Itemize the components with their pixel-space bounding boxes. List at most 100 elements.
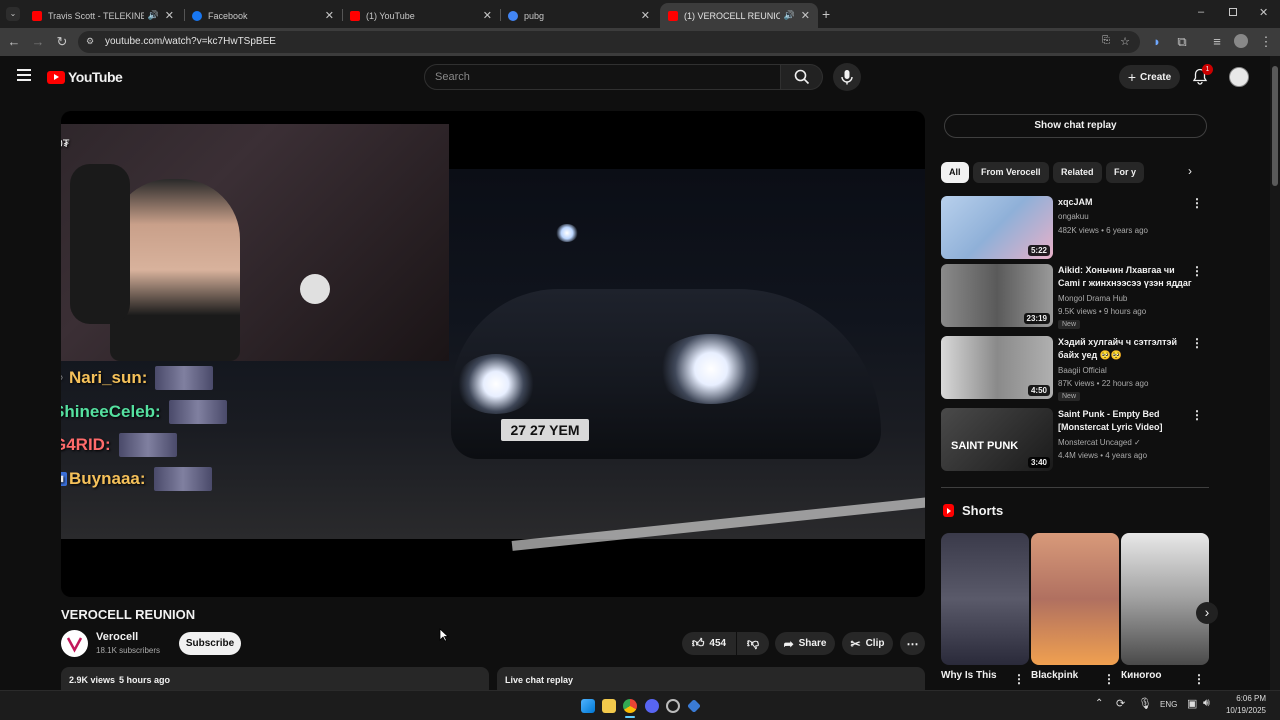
video-thumbnail[interactable]: SAINT PUNK 3:40 — [941, 408, 1053, 471]
profile-avatar-icon[interactable] — [1234, 34, 1248, 48]
short-thumbnail[interactable] — [941, 533, 1029, 665]
more-options-icon[interactable]: ⋮ — [1191, 408, 1203, 422]
short-thumbnail[interactable] — [1031, 533, 1119, 665]
browser-tab-3[interactable]: (1) YouTube ✕ — [342, 3, 500, 28]
facebook-favicon-icon — [192, 10, 202, 21]
close-window-icon[interactable]: ✕ — [1259, 6, 1268, 19]
video-thumbnail[interactable]: 5:22 — [941, 196, 1053, 259]
scrollbar-thumb[interactable] — [1272, 66, 1278, 186]
dislike-button[interactable]: 👎︎ — [737, 632, 769, 655]
channel-name[interactable]: Verocell — [96, 631, 138, 643]
discord-icon[interactable] — [645, 699, 659, 713]
chip-all[interactable]: All — [941, 162, 969, 183]
short-more-icon[interactable]: ⋮ — [1013, 672, 1025, 686]
tray-microphone-icon[interactable]: 🎙︎ — [1138, 697, 1152, 710]
notifications-button[interactable]: 1 — [1192, 64, 1213, 86]
more-options-icon[interactable]: ⋮ — [1191, 264, 1203, 278]
chrome-icon[interactable] — [623, 699, 637, 713]
youtube-logo[interactable]: YouTube — [47, 69, 123, 85]
short-title[interactable]: Why Is This — [941, 670, 997, 681]
create-button[interactable]: + Create — [1119, 65, 1180, 89]
chip-for-you[interactable]: For y — [1106, 162, 1145, 183]
recommended-title[interactable]: Хэдий хулгайч ч сэтгэлтэй байх уед 🥺🥺 — [1058, 336, 1196, 362]
voice-search-button[interactable] — [833, 63, 861, 91]
install-app-icon[interactable]: ⎘ — [1102, 35, 1110, 46]
close-tab-icon[interactable]: ✕ — [325, 9, 334, 22]
short-thumbnail[interactable] — [1121, 533, 1209, 665]
close-tab-icon[interactable]: ✕ — [801, 9, 810, 22]
settings-gear-icon[interactable] — [666, 699, 680, 713]
minimize-window-icon[interactable]: – — [1198, 6, 1204, 18]
more-options-icon[interactable]: ⋮ — [1191, 336, 1203, 350]
account-avatar[interactable] — [1229, 67, 1249, 87]
sync-icon[interactable]: ⟳ — [1116, 697, 1125, 710]
site-info-icon[interactable]: ⚙ — [86, 36, 94, 47]
short-more-icon[interactable]: ⋮ — [1103, 672, 1115, 686]
forward-arrow-icon[interactable]: → — [30, 34, 46, 50]
show-chat-replay-button[interactable]: Show chat replay — [944, 114, 1207, 138]
back-arrow-icon[interactable]: ← — [6, 34, 22, 50]
speaker-icon[interactable]: 🔊 — [148, 10, 159, 21]
browser-tab-4[interactable]: pubg ✕ — [500, 3, 658, 28]
share-button[interactable]: ➦ Share — [775, 632, 835, 655]
reading-list-icon[interactable]: ≡ — [1209, 34, 1225, 50]
close-tab-icon[interactable]: ✕ — [165, 9, 174, 22]
recommended-channel[interactable]: Monstercat Uncaged ✓ — [1058, 436, 1141, 449]
clock-time[interactable]: 6:06 PM — [1224, 694, 1266, 703]
new-tab-plus-icon[interactable]: + — [822, 6, 830, 22]
recommended-channel[interactable]: Baagii Official — [1058, 364, 1107, 377]
browser-tab-1[interactable]: Travis Scott - TELEKINESIS ( 🔊 ✕ — [24, 3, 182, 28]
restore-window-icon[interactable] — [1229, 8, 1237, 16]
windows-start-icon[interactable] — [581, 699, 595, 713]
chip-related[interactable]: Related — [1053, 162, 1102, 183]
clip-button[interactable]: ✂ Clip — [842, 632, 893, 655]
recommended-title[interactable]: xqcJAM — [1058, 196, 1196, 209]
short-more-icon[interactable]: ⋮ — [1193, 672, 1205, 686]
chips-next-chevron-icon[interactable]: › — [1188, 164, 1192, 178]
short-title[interactable]: Blackpink — [1031, 670, 1078, 681]
chrome-menu-icon[interactable]: ⋮ — [1258, 34, 1274, 50]
speaker-icon[interactable]: 🔊 — [784, 10, 795, 21]
hamburger-menu-icon[interactable] — [17, 69, 31, 81]
extensions-puzzle-icon[interactable]: ⧉ — [1174, 34, 1190, 50]
more-options-icon[interactable]: ⋮ — [1191, 196, 1203, 210]
volume-icon[interactable]: 🔊︎ — [1203, 697, 1210, 710]
close-tab-icon[interactable]: ✕ — [641, 9, 650, 22]
extension-icon[interactable]: ◗ — [1149, 34, 1165, 50]
close-tab-icon[interactable]: ✕ — [483, 9, 492, 22]
search-input[interactable]: Search — [424, 64, 781, 90]
recommended-title[interactable]: Aikid: Хоньчин Лхавгаа чи Cami г жинхнээ… — [1058, 264, 1196, 290]
app-launcher-icon[interactable] — [687, 699, 701, 713]
file-explorer-icon[interactable] — [602, 699, 616, 713]
language-indicator[interactable]: ENG — [1160, 700, 1177, 709]
like-button[interactable]: 👍︎ 454 — [682, 632, 736, 655]
bookmark-star-icon[interactable]: ☆ — [1120, 35, 1130, 48]
clock-date[interactable]: 10/19/2025 — [1222, 706, 1266, 715]
recommended-video[interactable]: 4:50 Хэдий хулгайч ч сэтгэлтэй байх уед … — [941, 336, 1211, 401]
microphone-icon — [841, 70, 853, 85]
recommended-video[interactable]: 5:22 xqcJAM ongakuu 482K views • 6 years… — [941, 196, 1211, 260]
subscribe-button[interactable]: Subscribe — [179, 632, 241, 655]
network-icon[interactable]: ▣ — [1187, 697, 1197, 710]
video-thumbnail[interactable]: 23:19 — [941, 264, 1053, 327]
recommended-video[interactable]: 23:19 Aikid: Хоньчин Лхавгаа чи Cami г ж… — [941, 264, 1211, 329]
recommended-channel[interactable]: Mongol Drama Hub — [1058, 292, 1127, 305]
video-player[interactable]: 27 27 YEM alic - 2000₮ ⇗ ♥ 1 ☺ Nari_sun:… — [61, 111, 925, 597]
reload-icon[interactable]: ↻ — [54, 34, 70, 50]
recommended-title[interactable]: Saint Punk - Empty Bed [Monstercat Lyric… — [1058, 408, 1196, 434]
channel-avatar[interactable] — [61, 630, 88, 657]
browser-tab-2[interactable]: Facebook ✕ — [184, 3, 342, 28]
browser-tab-5-active[interactable]: (1) VEROCELL REUNION - Y 🔊 ✕ — [660, 3, 818, 28]
search-button[interactable] — [781, 64, 823, 90]
tab-search-button[interactable]: ⌄ — [6, 7, 20, 21]
chip-from-verocell[interactable]: From Verocell — [973, 162, 1049, 183]
more-actions-button[interactable]: ⋯ — [900, 632, 925, 655]
video-thumbnail[interactable]: 4:50 — [941, 336, 1053, 399]
shorts-next-button[interactable]: › — [1196, 602, 1218, 624]
recommended-channel[interactable]: ongakuu — [1058, 210, 1089, 223]
short-title[interactable]: Киноroo — [1121, 670, 1162, 681]
page-scrollbar[interactable] — [1270, 56, 1280, 690]
address-bar[interactable]: ⚙ youtube.com/watch?v=kc7HwTSpBEE ⎘ ☆ — [78, 31, 1140, 53]
show-hidden-icons-chevron-icon[interactable]: ⌃ — [1095, 698, 1103, 709]
recommended-video[interactable]: SAINT PUNK 3:40 Saint Punk - Empty Bed [… — [941, 408, 1211, 472]
